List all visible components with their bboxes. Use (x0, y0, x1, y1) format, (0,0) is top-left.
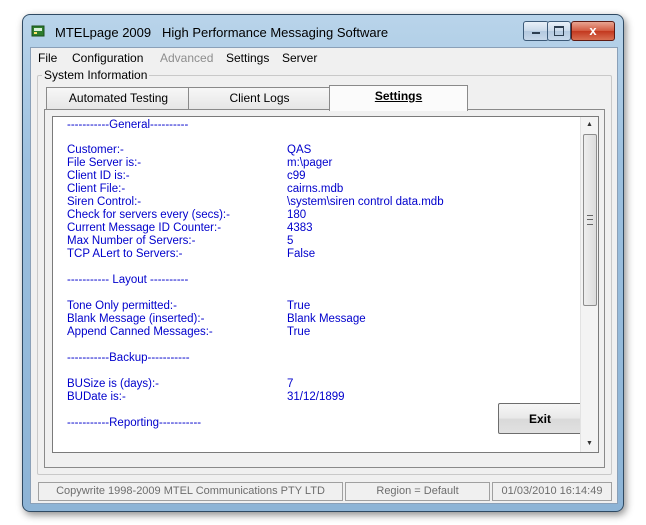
settings-panel: -----------General---------- Customer:- … (44, 109, 605, 468)
budate-label: BUDate is:- (67, 391, 126, 403)
tone-only-label: Tone Only permitted:- (67, 300, 177, 312)
group-title: System Information (42, 68, 150, 82)
grip-icon (587, 215, 593, 225)
app-window: MTELpage 2009 High Performance Messaging… (22, 14, 624, 512)
customer-value: QAS (287, 144, 312, 156)
tone-only-value: True (287, 300, 311, 312)
max-servers-label: Max Number of Servers:- (67, 235, 196, 247)
blank-message-value: Blank Message (287, 313, 366, 325)
tab-label: Client Logs (229, 91, 290, 105)
tab-automated-testing[interactable]: Automated Testing (46, 87, 191, 109)
window-title: MTELpage 2009 High Performance Messaging… (55, 25, 388, 40)
customer-label: Customer:- (67, 144, 124, 156)
menu-file[interactable]: File (38, 51, 57, 65)
append-canned-label: Append Canned Messages:- (67, 326, 213, 338)
window-title-app: MTELpage 2009 (55, 25, 152, 40)
status-copyright: Copywrite 1998-2009 MTEL Communications … (38, 482, 343, 501)
tab-settings[interactable]: Settings (329, 85, 468, 111)
status-bar: Copywrite 1998-2009 MTEL Communications … (31, 480, 617, 502)
title-bar[interactable]: MTELpage 2009 High Performance Messaging… (23, 15, 623, 47)
busize-label: BUSize is (days):- (67, 378, 160, 390)
settings-text-area[interactable]: -----------General---------- Customer:- … (52, 116, 599, 453)
budate-value: 31/12/1899 (287, 391, 345, 403)
general-header: -----------General---------- (67, 119, 189, 131)
siren-control-value: \system\siren control data.mdb (287, 196, 444, 208)
exit-button[interactable]: Exit (498, 403, 582, 434)
message-counter-value: 4383 (287, 222, 313, 234)
scroll-down-icon[interactable]: ▼ (581, 436, 598, 452)
tab-client-logs[interactable]: Client Logs (188, 87, 331, 109)
check-servers-value: 180 (287, 209, 307, 221)
file-server-value: m:\pager (287, 157, 333, 169)
client-file-value: cairns.mdb (287, 183, 344, 195)
blank-message-label: Blank Message (inserted):- (67, 313, 205, 325)
maximize-icon[interactable] (547, 21, 571, 41)
app-icon (31, 25, 45, 37)
busize-value: 7 (287, 378, 294, 390)
siren-control-label: Siren Control:- (67, 196, 142, 208)
menu-bar: File Configuration Advanced Settings Ser… (31, 48, 617, 68)
client-area: File Configuration Advanced Settings Ser… (30, 47, 618, 504)
backup-header: -----------Backup----------- (67, 352, 190, 364)
scroll-up-icon[interactable]: ▲ (581, 117, 598, 133)
menu-server[interactable]: Server (282, 51, 317, 65)
max-servers-value: 5 (287, 235, 294, 247)
tab-label: Automated Testing (68, 91, 169, 105)
menu-settings[interactable]: Settings (226, 51, 269, 65)
vertical-scrollbar[interactable]: ▲ ▼ (580, 117, 598, 452)
tab-label: Settings (374, 89, 423, 103)
client-id-value: c99 (287, 170, 306, 182)
client-id-label: Client ID is:- (67, 170, 130, 182)
tcp-alert-value: False (287, 248, 316, 260)
close-icon[interactable]: x (571, 21, 615, 41)
check-servers-label: Check for servers every (secs):- (67, 209, 230, 221)
reporting-header: -----------Reporting----------- (67, 417, 202, 429)
minimize-icon[interactable] (523, 21, 549, 41)
message-counter-label: Current Message ID Counter:- (67, 222, 222, 234)
window-title-desc: High Performance Messaging Software (161, 25, 389, 40)
client-file-label: Client File:- (67, 183, 126, 195)
append-canned-value: True (287, 326, 311, 338)
close-glyph: x (589, 23, 597, 38)
status-datetime: 01/03/2010 16:14:49 (492, 482, 612, 501)
layout-header: ----------- Layout ---------- (67, 274, 189, 286)
scroll-thumb[interactable] (583, 134, 597, 306)
menu-configuration[interactable]: Configuration (72, 51, 143, 65)
menu-advanced[interactable]: Advanced (160, 51, 213, 65)
file-server-label: File Server is:- (67, 157, 142, 169)
status-region: Region = Default (345, 482, 490, 501)
tcp-alert-label: TCP ALert to Servers:- (67, 248, 183, 260)
